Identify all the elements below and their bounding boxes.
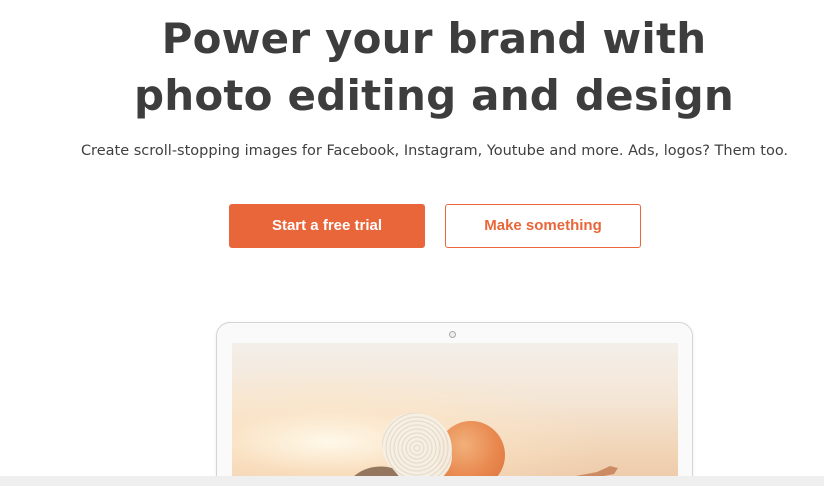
bottom-scroll-band [0, 476, 824, 486]
start-free-trial-button[interactable]: Start a free trial [229, 204, 425, 248]
camera-icon [449, 331, 456, 338]
hero-title-line-1: Power your brand with [161, 14, 707, 63]
laptop-mockup [216, 322, 693, 486]
hero-title-line-2: photo editing and design [133, 71, 735, 120]
hero-title: Power your brand with photo editing and … [0, 10, 824, 124]
hero-photo [232, 343, 678, 486]
make-something-button[interactable]: Make something [445, 204, 641, 248]
hero-subtitle: Create scroll-stopping images for Facebo… [80, 143, 789, 159]
landing-page: Power your brand with photo editing and … [0, 0, 824, 486]
